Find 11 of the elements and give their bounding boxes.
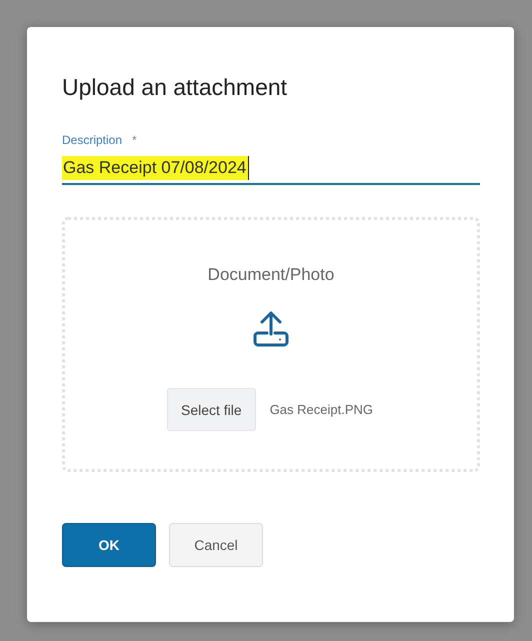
upload-icon xyxy=(253,310,289,348)
dialog-title: Upload an attachment xyxy=(62,73,288,101)
field-label: Description xyxy=(62,133,122,147)
file-name: Gas Receipt.PNG xyxy=(270,402,374,417)
ok-button[interactable]: OK xyxy=(62,523,156,567)
description-input[interactable]: Gas Receipt 07/08/2024 xyxy=(62,156,250,180)
drop-zone[interactable]: Document/Photo Select file Gas Receipt.PNG xyxy=(62,217,480,472)
cancel-button[interactable]: Cancel xyxy=(169,523,263,567)
required-mark: * xyxy=(132,133,137,147)
select-file-button[interactable]: Select file xyxy=(166,388,256,431)
drop-zone-heading: Document/Photo xyxy=(208,264,334,286)
